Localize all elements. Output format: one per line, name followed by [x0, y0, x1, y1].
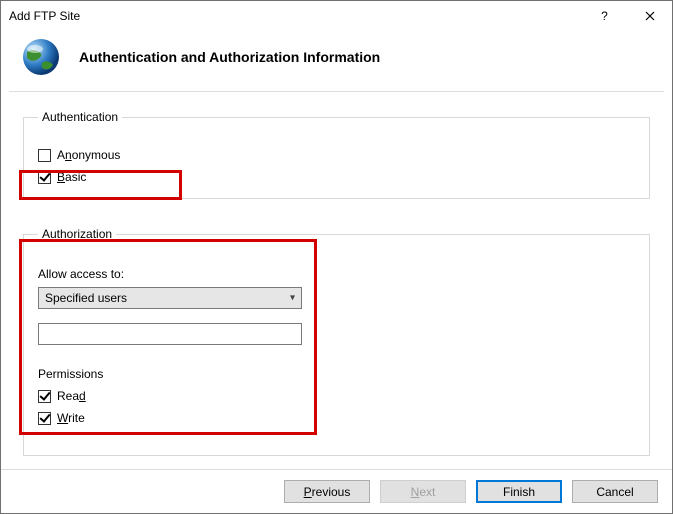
- next-button: Next: [380, 480, 466, 503]
- input-specified-users[interactable]: [38, 323, 302, 345]
- dialog-add-ftp-site: Add FTP Site ? Authenticat: [0, 0, 673, 514]
- legend-authentication: Authentication: [38, 110, 122, 124]
- legend-authorization: Authorization: [38, 227, 116, 241]
- previous-label: Previous: [304, 485, 351, 499]
- checkbox-anonymous-row[interactable]: Anonymous: [38, 148, 635, 162]
- checkbox-anonymous[interactable]: [38, 149, 51, 162]
- group-authentication: Authentication Anonymous Basic: [23, 110, 650, 199]
- cancel-label: Cancel: [596, 485, 633, 499]
- wizard-footer: Previous Next Finish Cancel: [1, 469, 672, 513]
- label-allow-access: Allow access to:: [38, 267, 635, 281]
- cancel-button[interactable]: Cancel: [572, 480, 658, 503]
- close-icon: [645, 11, 655, 21]
- checkbox-write[interactable]: [38, 412, 51, 425]
- finish-label: Finish: [503, 485, 535, 499]
- page-title: Authentication and Authorization Informa…: [79, 49, 380, 65]
- label-write: Write: [57, 411, 85, 425]
- globe-icon: [21, 37, 61, 77]
- help-button[interactable]: ?: [582, 1, 627, 31]
- label-anonymous: Anonymous: [57, 148, 120, 162]
- next-label: Next: [411, 485, 436, 499]
- checkbox-read-row[interactable]: Read: [38, 389, 635, 403]
- previous-button[interactable]: Previous: [284, 480, 370, 503]
- label-read: Read: [57, 389, 86, 403]
- group-authorization: Authorization Allow access to: Specified…: [23, 227, 650, 456]
- checkbox-basic[interactable]: [38, 171, 51, 184]
- window-title: Add FTP Site: [9, 9, 582, 23]
- checkbox-basic-row[interactable]: Basic: [38, 170, 635, 184]
- wizard-header: Authentication and Authorization Informa…: [1, 31, 672, 91]
- finish-button[interactable]: Finish: [476, 480, 562, 503]
- wizard-body: Authentication Anonymous Basic Authoriza…: [1, 92, 672, 486]
- chevron-down-icon: ▾: [290, 293, 295, 304]
- dropdown-allow-access[interactable]: Specified users ▾: [38, 287, 302, 309]
- checkbox-write-row[interactable]: Write: [38, 411, 635, 425]
- dropdown-value: Specified users: [45, 291, 127, 305]
- close-button[interactable]: [627, 1, 672, 31]
- titlebar: Add FTP Site ?: [1, 1, 672, 31]
- label-basic: Basic: [57, 170, 86, 184]
- checkbox-read[interactable]: [38, 390, 51, 403]
- label-permissions: Permissions: [38, 367, 635, 381]
